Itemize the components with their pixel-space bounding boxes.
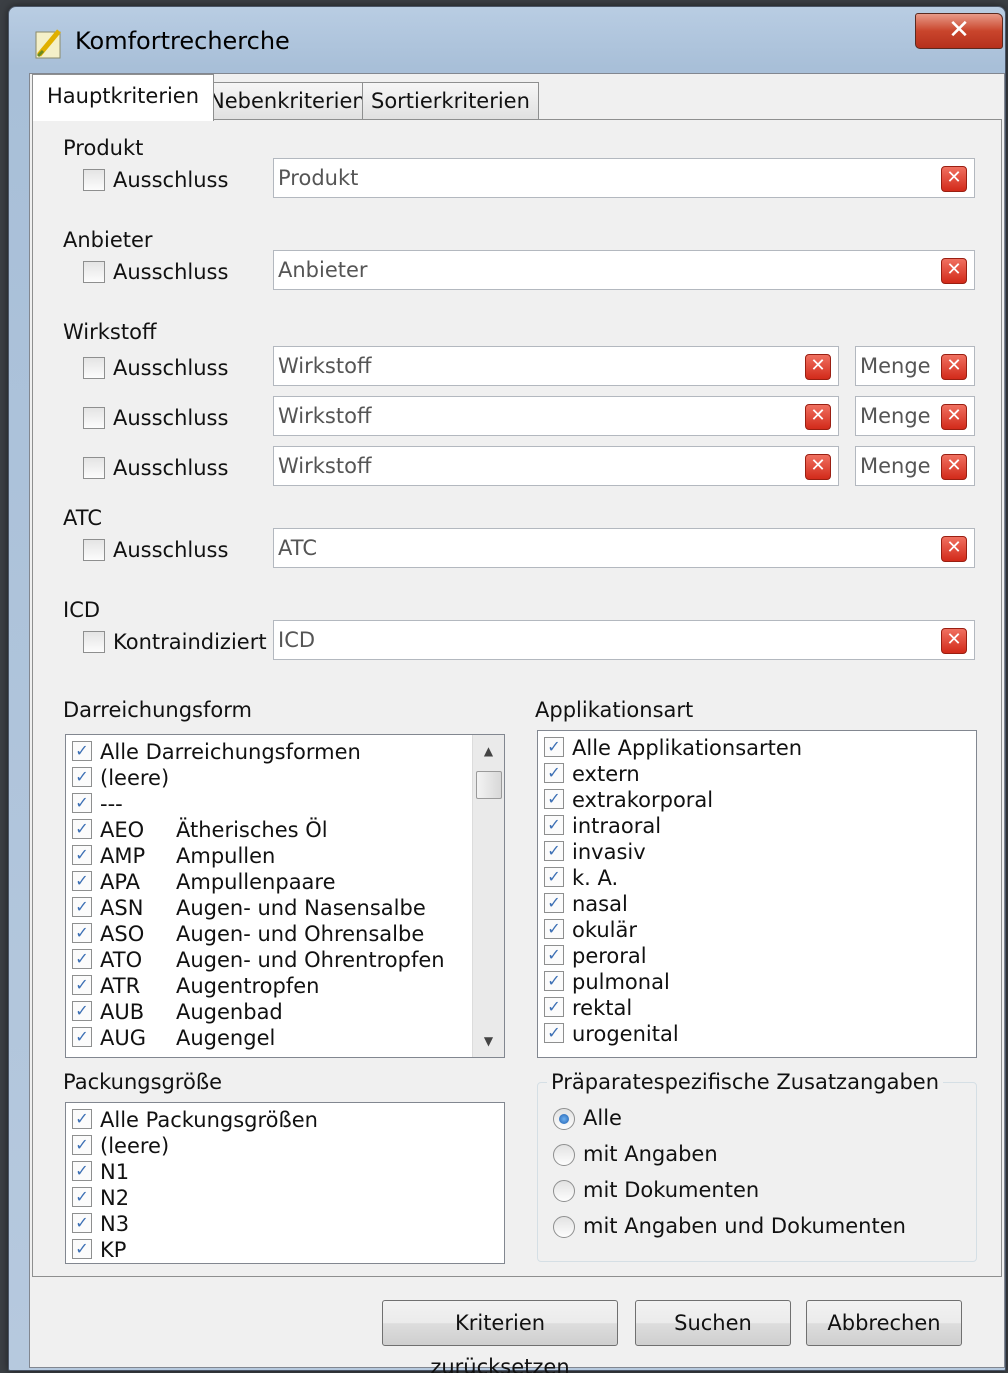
- checkbox-checked-icon[interactable]: ✓: [72, 767, 92, 787]
- dialog-window: Komfortrecherche ✕ Hauptkriterien Nebenk…: [8, 6, 1006, 1373]
- radio-mit-dokumenten[interactable]: [553, 1180, 575, 1202]
- anbieter-ausschluss-label: Ausschluss: [113, 260, 229, 284]
- checkbox-checked-icon[interactable]: ✓: [72, 949, 92, 969]
- produkt-label: Produkt: [63, 136, 144, 160]
- menge-1-clear-button[interactable]: ✕: [941, 354, 967, 380]
- anbieter-label: Anbieter: [63, 228, 153, 252]
- icd-kontraindiziert-checkbox[interactable]: [83, 631, 105, 653]
- wirkstoff-3-clear-button[interactable]: ✕: [805, 454, 831, 480]
- produkt-ausschluss-label: Ausschluss: [113, 168, 229, 192]
- atc-clear-button[interactable]: ✕: [941, 536, 967, 562]
- checkbox-checked-icon[interactable]: ✓: [544, 789, 564, 809]
- checkbox-checked-icon[interactable]: ✓: [72, 871, 92, 891]
- radio-mit-angaben[interactable]: [553, 1144, 575, 1166]
- radio-mit-angaben-und-dokumenten-label: mit Angaben und Dokumenten: [583, 1214, 906, 1238]
- checkbox-checked-icon[interactable]: ✓: [72, 897, 92, 917]
- icd-kontraindiziert-label: Kontraindiziert: [113, 630, 267, 654]
- packungsgroesse-label: Packungsgröße: [63, 1070, 223, 1094]
- checkbox-checked-icon[interactable]: ✓: [544, 1023, 564, 1043]
- applikationsart-label: Applikationsart: [535, 698, 694, 722]
- icd-label: ICD: [63, 598, 101, 622]
- checkbox-checked-icon[interactable]: ✓: [544, 971, 564, 991]
- radio-mit-angaben-label: mit Angaben: [583, 1142, 718, 1166]
- checkbox-checked-icon[interactable]: ✓: [72, 975, 92, 995]
- darreichungsform-list[interactable]: ✓ Alle Darreichungsformen ✓ (leere) ✓ --- ✓…: [65, 734, 505, 1058]
- dialog-client: Hauptkriterien Nebenkriterien Sortierkri…: [29, 73, 1005, 1373]
- atc-label: ATC: [63, 506, 102, 530]
- wirkstoff-1-ausschluss-label: Ausschluss: [113, 356, 229, 380]
- wirkstoff-3-ausschluss-checkbox[interactable]: [83, 457, 105, 479]
- wirkstoff-label: Wirkstoff: [63, 320, 157, 344]
- checkbox-checked-icon[interactable]: ✓: [72, 1187, 92, 1207]
- wirkstoff-3-input[interactable]: Wirkstoff: [273, 446, 839, 486]
- checkbox-checked-icon[interactable]: ✓: [544, 997, 564, 1017]
- window-title: Komfortrecherche: [75, 27, 290, 55]
- checkbox-checked-icon[interactable]: ✓: [72, 1109, 92, 1129]
- checkbox-checked-icon[interactable]: ✓: [72, 1027, 92, 1047]
- checkbox-checked-icon[interactable]: ✓: [72, 819, 92, 839]
- darreichungsform-label: Darreichungsform: [63, 698, 252, 722]
- wirkstoff-1-input[interactable]: Wirkstoff: [273, 346, 839, 386]
- checkbox-checked-icon[interactable]: ✓: [72, 1161, 92, 1181]
- search-button[interactable]: Suchen: [635, 1300, 791, 1346]
- tab-hauptkriterien[interactable]: Hauptkriterien: [32, 74, 215, 121]
- reset-button[interactable]: Kriterien zurücksetzen: [382, 1300, 618, 1373]
- wirkstoff-2-ausschluss-checkbox[interactable]: [83, 407, 105, 429]
- produkt-input[interactable]: Produkt: [273, 158, 975, 198]
- tab-nebenkriterien[interactable]: Nebenkriterien: [200, 82, 375, 120]
- checkbox-checked-icon[interactable]: ✓: [544, 737, 564, 757]
- applikationsart-list[interactable]: ✓ Alle Applikationsarten ✓ extern ✓ extrako…: [537, 730, 977, 1058]
- radio-mit-dokumenten-label: mit Dokumenten: [583, 1178, 760, 1202]
- tab-sortierkriterien[interactable]: Sortierkriterien: [362, 82, 539, 120]
- anbieter-input[interactable]: Anbieter: [273, 250, 975, 290]
- darreichungsform-scrollbar[interactable]: ▲ ▼: [472, 735, 504, 1057]
- anbieter-ausschluss-checkbox[interactable]: [83, 261, 105, 283]
- radio-mit-angaben-und-dokumenten[interactable]: [553, 1216, 575, 1238]
- radio-alle-label: Alle: [583, 1106, 622, 1130]
- wirkstoff-1-ausschluss-checkbox[interactable]: [83, 357, 105, 379]
- checkbox-checked-icon[interactable]: ✓: [72, 1001, 92, 1021]
- app-icon: [35, 29, 61, 59]
- scroll-up-icon[interactable]: ▲: [473, 739, 504, 763]
- checkbox-checked-icon[interactable]: ✓: [544, 893, 564, 913]
- produkt-ausschluss-checkbox[interactable]: [83, 169, 105, 191]
- anbieter-clear-button[interactable]: ✕: [941, 258, 967, 284]
- wirkstoff-1-clear-button[interactable]: ✕: [805, 354, 831, 380]
- checkbox-checked-icon[interactable]: ✓: [72, 1135, 92, 1155]
- icd-input[interactable]: ICD: [273, 620, 975, 660]
- scrollbar-thumb[interactable]: [476, 771, 502, 799]
- checkbox-checked-icon[interactable]: ✓: [72, 741, 92, 761]
- checkbox-checked-icon[interactable]: ✓: [544, 841, 564, 861]
- atc-ausschluss-label: Ausschluss: [113, 538, 229, 562]
- scroll-down-icon[interactable]: ▼: [473, 1029, 504, 1053]
- checkbox-checked-icon[interactable]: ✓: [544, 945, 564, 965]
- wirkstoff-2-clear-button[interactable]: ✕: [805, 404, 831, 430]
- wirkstoff-3-ausschluss-label: Ausschluss: [113, 456, 229, 480]
- title-bar[interactable]: Komfortrecherche ✕: [9, 7, 1005, 69]
- checkbox-checked-icon[interactable]: ✓: [544, 919, 564, 939]
- menge-3-clear-button[interactable]: ✕: [941, 454, 967, 480]
- tab-panel-hauptkriterien: Produkt Ausschluss Produkt ✕ Anbieter Au…: [32, 119, 1002, 1277]
- checkbox-checked-icon[interactable]: ✓: [544, 815, 564, 835]
- menge-2-clear-button[interactable]: ✕: [941, 404, 967, 430]
- produkt-clear-button[interactable]: ✕: [941, 166, 967, 192]
- wirkstoff-2-input[interactable]: Wirkstoff: [273, 396, 839, 436]
- packungsgroesse-list[interactable]: ✓ Alle Packungsgrößen ✓ (leere) ✓ N1 ✓ N2 ✓ N…: [65, 1102, 505, 1264]
- zusatzangaben-title: Präparatespezifische Zusatzangaben: [547, 1070, 944, 1094]
- close-button[interactable]: ✕: [915, 13, 1003, 49]
- checkbox-checked-icon[interactable]: ✓: [72, 845, 92, 865]
- checkbox-checked-icon[interactable]: ✓: [72, 1213, 92, 1233]
- atc-input[interactable]: ATC: [273, 528, 975, 568]
- checkbox-checked-icon[interactable]: ✓: [544, 763, 564, 783]
- radio-alle[interactable]: [553, 1108, 575, 1130]
- atc-ausschluss-checkbox[interactable]: [83, 539, 105, 561]
- checkbox-checked-icon[interactable]: ✓: [72, 1239, 92, 1259]
- checkbox-checked-icon[interactable]: ✓: [72, 793, 92, 813]
- cancel-button[interactable]: Abbrechen: [806, 1300, 962, 1346]
- icd-clear-button[interactable]: ✕: [941, 628, 967, 654]
- checkbox-checked-icon[interactable]: ✓: [72, 923, 92, 943]
- checkbox-checked-icon[interactable]: ✓: [544, 867, 564, 887]
- wirkstoff-2-ausschluss-label: Ausschluss: [113, 406, 229, 430]
